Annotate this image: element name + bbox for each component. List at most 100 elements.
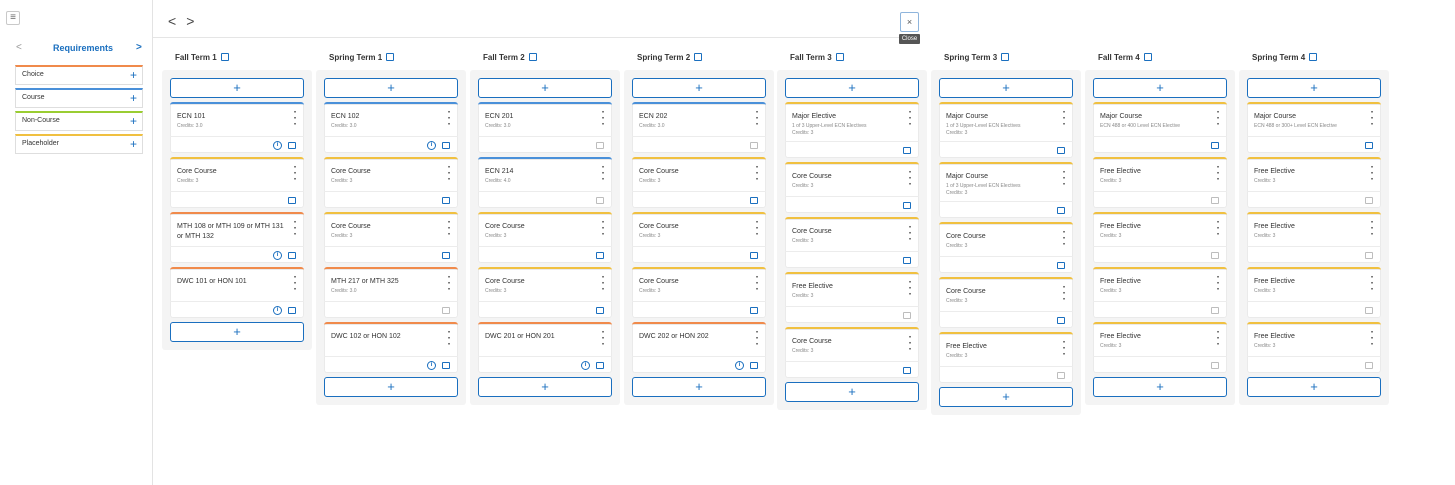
course-card[interactable]: Major Course 1 of 3 Upper-Level ECN Elect… [939,102,1073,158]
requirements-next-button[interactable]: > [136,42,142,53]
add-requirement-button[interactable]: + [130,137,137,151]
course-card[interactable]: Major Course ECN 488 or 300+ Level ECN El… [1247,102,1381,153]
kebab-menu-icon[interactable]: · · · [1371,218,1374,240]
term-note-icon[interactable] [1001,53,1010,61]
add-course-top-button[interactable]: + [1247,78,1381,98]
course-card[interactable]: ECN 214 Credits: 4.0 · · · [478,157,612,208]
info-icon[interactable]: i [581,361,590,370]
kebab-menu-icon[interactable]: · · · [1217,108,1220,130]
kebab-menu-icon[interactable]: · · · [756,218,759,240]
kebab-menu-icon[interactable]: · · · [1063,108,1066,130]
course-card[interactable]: DWC 102 or HON 102 · · · i [324,322,458,373]
info-icon[interactable]: i [273,306,282,315]
course-card[interactable]: Core Course Credits: 3 · · · [939,277,1073,328]
note-icon[interactable] [903,202,911,209]
note-icon[interactable] [1057,207,1065,214]
close-button[interactable]: × [900,12,919,32]
add-course-top-button[interactable]: + [632,78,766,98]
note-icon[interactable] [596,142,604,149]
info-icon[interactable]: i [273,141,282,150]
kebab-menu-icon[interactable]: · · · [909,278,912,300]
note-icon[interactable] [596,362,604,369]
kebab-menu-icon[interactable]: · · · [1063,168,1066,190]
course-card[interactable]: Free Elective Credits: 3 · · · [1093,267,1227,318]
course-card[interactable]: Core Course Credits: 3 · · · [324,157,458,208]
course-card[interactable]: DWC 202 or HON 202 · · · i [632,322,766,373]
course-card[interactable]: ECN 102 Credits: 3.0 · · · i [324,102,458,153]
note-icon[interactable] [1057,262,1065,269]
kebab-menu-icon[interactable]: · · · [448,273,451,295]
add-course-bottom-button[interactable]: + [1093,377,1227,397]
kebab-menu-icon[interactable]: · · · [1371,273,1374,295]
note-icon[interactable] [1057,317,1065,324]
note-icon[interactable] [288,197,296,204]
course-card[interactable]: Major Course 1 of 3 Upper-Level ECN Elect… [939,162,1073,218]
kebab-menu-icon[interactable]: · · · [1217,273,1220,295]
course-card[interactable]: ECN 101 Credits: 3.0 · · · i [170,102,304,153]
note-icon[interactable] [596,307,604,314]
term-note-icon[interactable] [386,53,395,61]
course-card[interactable]: Core Course Credits: 3 · · · [785,162,919,213]
add-course-bottom-button[interactable]: + [785,382,919,402]
course-card[interactable]: Core Course Credits: 3 · · · [632,267,766,318]
kebab-menu-icon[interactable]: · · · [294,163,297,185]
term-note-icon[interactable] [528,53,537,61]
kebab-menu-icon[interactable]: · · · [602,108,605,130]
note-icon[interactable] [442,307,450,314]
note-icon[interactable] [442,252,450,259]
info-icon[interactable]: i [273,251,282,260]
course-card[interactable]: ECN 201 Credits: 3.0 · · · [478,102,612,153]
add-course-top-button[interactable]: + [1093,78,1227,98]
requirement-item[interactable]: Choice + [15,65,143,85]
note-icon[interactable] [1211,197,1219,204]
note-icon[interactable] [288,142,296,149]
term-note-icon[interactable] [1143,53,1152,61]
kebab-menu-icon[interactable]: · · · [448,218,451,240]
hamburger-icon[interactable]: ≡ [6,11,20,25]
info-icon[interactable]: i [427,141,436,150]
course-card[interactable]: MTH 108 or MTH 109 or MTH 131 or MTH 132… [170,212,304,263]
add-course-top-button[interactable]: + [785,78,919,98]
course-card[interactable]: MTH 217 or MTH 325 Credits: 3.0 · · · [324,267,458,318]
course-card[interactable]: Core Course Credits: 3 · · · [632,157,766,208]
course-card[interactable]: Free Elective Credits: 3 · · · [1093,157,1227,208]
note-icon[interactable] [1211,142,1219,149]
note-icon[interactable] [750,307,758,314]
course-card[interactable]: Free Elective Credits: 3 · · · [1247,322,1381,373]
add-course-top-button[interactable]: + [478,78,612,98]
note-icon[interactable] [750,252,758,259]
kebab-menu-icon[interactable]: · · · [756,163,759,185]
kebab-menu-icon[interactable]: · · · [909,333,912,355]
note-icon[interactable] [288,252,296,259]
course-card[interactable]: Core Course Credits: 3 · · · [785,217,919,268]
kebab-menu-icon[interactable]: · · · [909,108,912,130]
add-requirement-button[interactable]: + [130,91,137,105]
course-card[interactable]: Core Course Credits: 3 · · · [939,222,1073,273]
term-note-icon[interactable] [1309,53,1318,61]
course-card[interactable]: Core Course Credits: 3 · · · [478,212,612,263]
note-icon[interactable] [903,367,911,374]
course-card[interactable]: ECN 202 Credits: 3.0 · · · [632,102,766,153]
kebab-menu-icon[interactable]: · · · [1217,163,1220,185]
note-icon[interactable] [596,252,604,259]
note-icon[interactable] [1211,307,1219,314]
add-requirement-button[interactable]: + [130,114,137,128]
kebab-menu-icon[interactable]: · · · [1217,328,1220,350]
kebab-menu-icon[interactable]: · · · [756,108,759,130]
requirement-item[interactable]: Placeholder + [15,134,143,154]
note-icon[interactable] [1057,147,1065,154]
course-card[interactable]: Free Elective Credits: 3 · · · [1247,212,1381,263]
add-course-bottom-button[interactable]: + [939,387,1073,407]
course-card[interactable]: Free Elective Credits: 3 · · · [939,332,1073,383]
course-card[interactable]: Core Course Credits: 3 · · · [785,327,919,378]
course-card[interactable]: Free Elective Credits: 3 · · · [1093,212,1227,263]
kebab-menu-icon[interactable]: · · · [1371,163,1374,185]
kebab-menu-icon[interactable]: · · · [909,223,912,245]
note-icon[interactable] [442,142,450,149]
add-requirement-button[interactable]: + [130,68,137,82]
kebab-menu-icon[interactable]: · · · [756,273,759,295]
note-icon[interactable] [442,197,450,204]
course-card[interactable]: Major Course ECN 488 or 400 Level ECN Ele… [1093,102,1227,153]
add-course-bottom-button[interactable]: + [478,377,612,397]
course-card[interactable]: Free Elective Credits: 3 · · · [1247,267,1381,318]
